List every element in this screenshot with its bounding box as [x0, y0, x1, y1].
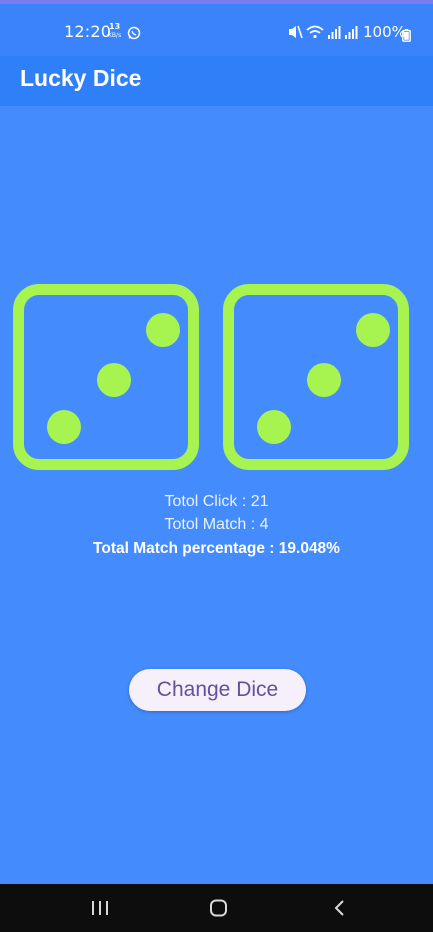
- left-die-button[interactable]: [13, 284, 199, 470]
- app-bar: Lucky Dice: [0, 56, 433, 106]
- mute-icon: [289, 25, 303, 39]
- signal-icon: [345, 26, 358, 39]
- die-pip: [47, 410, 81, 444]
- battery-percentage: 100%: [363, 23, 406, 41]
- die-pip: [146, 313, 180, 347]
- total-match-text: Totol Match : 4: [164, 516, 269, 533]
- die-pip: [257, 410, 291, 444]
- change-dice-button[interactable]: Change Dice: [129, 669, 306, 711]
- app-title: Lucky Dice: [20, 65, 142, 91]
- home-icon[interactable]: [209, 898, 229, 922]
- battery-icon: [402, 27, 411, 46]
- right-die-button[interactable]: [223, 284, 409, 470]
- network-speed: 13 KB/s: [108, 23, 121, 40]
- app-screen: 12:20 13 KB/s 100% Lucky Dice Totol Clic…: [0, 0, 433, 932]
- network-speed-value: 13: [109, 22, 121, 31]
- die-pip: [97, 363, 131, 397]
- whatsapp-icon: [127, 25, 141, 44]
- total-click-text: Totol Click : 21: [164, 493, 269, 510]
- signal-icon: [328, 26, 341, 39]
- wifi-icon: [306, 25, 324, 39]
- die-pip: [356, 313, 390, 347]
- match-percentage-text: Total Match percentage : 19.048%: [93, 540, 340, 557]
- back-icon[interactable]: [333, 898, 347, 922]
- status-bar: 12:20 13 KB/s 100%: [0, 4, 433, 56]
- navigation-bar: [0, 884, 433, 932]
- network-speed-unit: KB/s: [108, 32, 122, 39]
- die-pip: [307, 363, 341, 397]
- status-icons: [288, 24, 360, 44]
- status-time: 12:20: [64, 22, 112, 41]
- recents-icon[interactable]: [90, 898, 110, 922]
